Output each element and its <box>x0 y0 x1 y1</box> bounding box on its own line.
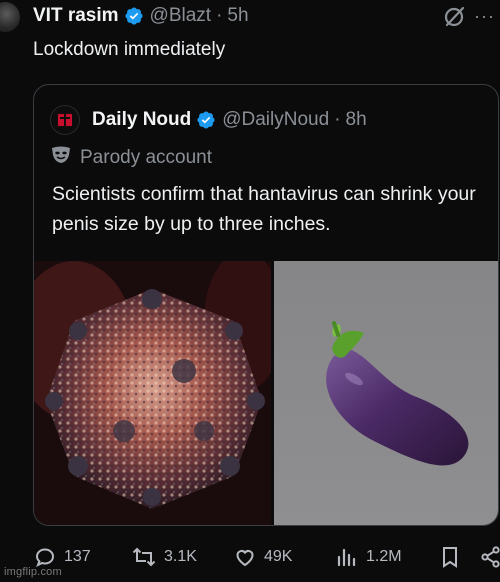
repost-icon <box>132 547 156 567</box>
view-count: 1.2M <box>366 548 402 565</box>
like-button[interactable]: 49K <box>233 545 292 569</box>
timestamp[interactable]: 5h <box>227 5 248 27</box>
quoted-display-name[interactable]: Daily Noud <box>92 109 191 131</box>
like-count: 49K <box>264 548 293 565</box>
more-icon[interactable]: ··· <box>474 6 495 27</box>
parody-row: Parody account <box>50 145 212 170</box>
separator: · <box>216 5 223 26</box>
bookmark-button[interactable] <box>439 545 461 569</box>
quoted-text: Scientists confirm that hantavirus can s… <box>52 183 476 235</box>
quoted-header: Daily Noud @DailyNoud · 8h <box>50 105 367 135</box>
user-avatar[interactable] <box>0 2 20 32</box>
parody-mask-icon <box>50 145 72 170</box>
virus-illustration[interactable] <box>34 261 271 525</box>
separator: · <box>334 109 341 130</box>
verified-badge-icon <box>196 110 216 130</box>
bookmark-icon <box>443 547 457 568</box>
share-icon <box>481 546 500 568</box>
quoted-handle[interactable]: @DailyNoud <box>222 109 329 131</box>
tweet-header: VIT rasim @Blazt · 5h <box>33 5 249 27</box>
like-icon <box>236 550 254 567</box>
tweet-text: Lockdown immediately <box>33 39 226 60</box>
grok-icon[interactable] <box>442 4 468 30</box>
quoted-timestamp[interactable]: 8h <box>346 109 367 131</box>
verified-badge-icon <box>124 6 144 26</box>
action-bar: 137 3.1K 49K 1.2M <box>33 545 500 573</box>
quoted-avatar[interactable] <box>50 105 80 135</box>
repost-count: 3.1K <box>164 548 197 565</box>
tweet[interactable]: VIT rasim @Blazt · 5h ··· Lockdown immed… <box>0 0 500 582</box>
share-button[interactable] <box>479 545 500 569</box>
reply-count: 137 <box>64 548 91 565</box>
views-button[interactable]: 1.2M <box>335 545 402 569</box>
parody-label: Parody account <box>80 146 213 168</box>
watermark: imgflip.com <box>4 566 62 578</box>
user-handle[interactable]: @Blazt <box>150 5 212 27</box>
display-name[interactable]: VIT rasim <box>33 5 119 27</box>
quoted-tweet[interactable]: Daily Noud @DailyNoud · 8h Parody accoun… <box>33 84 499 526</box>
repost-button[interactable]: 3.1K <box>131 545 197 569</box>
views-icon <box>337 548 356 567</box>
eggplant-image[interactable] <box>274 261 498 525</box>
